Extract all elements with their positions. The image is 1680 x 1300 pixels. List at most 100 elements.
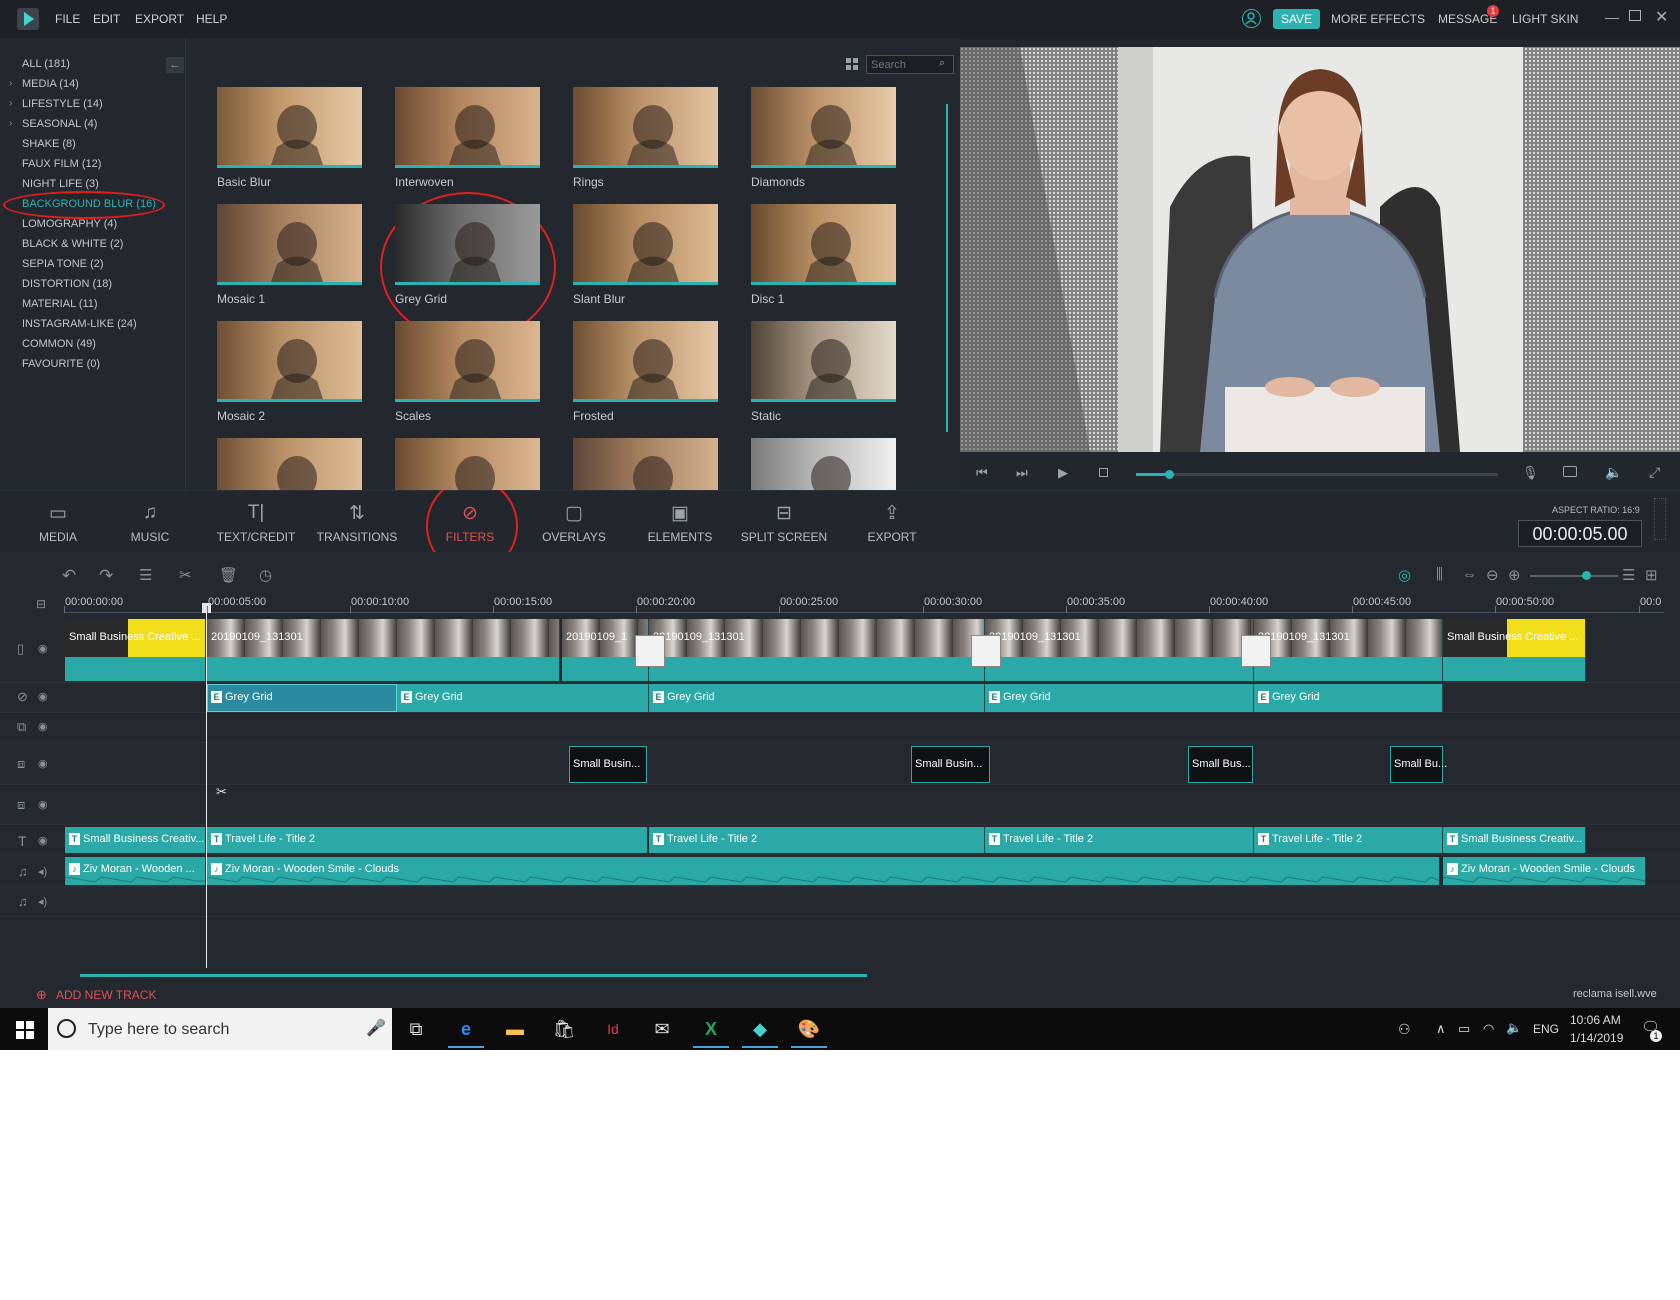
- redo-icon[interactable]: ↷: [99, 566, 113, 586]
- indesign-icon[interactable]: Id: [595, 1014, 631, 1044]
- category-faux-film[interactable]: FAUX FILM (12): [22, 158, 101, 170]
- category-instagram-like[interactable]: INSTAGRAM-LIKE (24): [22, 318, 137, 330]
- filter-thumbnail[interactable]: [217, 438, 362, 490]
- tool-filters[interactable]: ⊘ FILTERS: [420, 502, 520, 544]
- filter-thumbnail[interactable]: [395, 438, 540, 490]
- menu-help[interactable]: HELP: [196, 12, 227, 26]
- category-shake[interactable]: SHAKE (8): [22, 138, 76, 150]
- filmora-taskbar-icon[interactable]: ◆: [742, 1014, 778, 1044]
- store-icon[interactable]: 🛍: [546, 1014, 582, 1044]
- account-icon[interactable]: [1242, 9, 1261, 28]
- tool-split-screen[interactable]: ⊟ SPLIT SCREEN: [734, 502, 834, 544]
- grid-view-icon[interactable]: ⊞: [1645, 566, 1658, 584]
- fit-timeline-icon[interactable]: ⇔: [1462, 566, 1477, 583]
- scissors-icon[interactable]: ✂: [216, 784, 227, 800]
- tool-music[interactable]: ♫ MUSIC: [100, 502, 200, 544]
- category-favourite[interactable]: FAVOURITE (0): [22, 358, 100, 370]
- category-lomography[interactable]: LOMOGRAPHY (4): [22, 218, 117, 230]
- save-button[interactable]: SAVE: [1273, 9, 1320, 29]
- undo-icon[interactable]: ↶: [62, 566, 76, 586]
- clock-time[interactable]: 10:06 AM: [1570, 1013, 1621, 1027]
- stop-icon[interactable]: [1099, 468, 1108, 477]
- speaker-icon[interactable]: ◂): [38, 895, 47, 908]
- mic-icon[interactable]: 🎙: [1522, 465, 1539, 481]
- menu-edit[interactable]: EDIT: [93, 12, 120, 26]
- volume-tray-icon[interactable]: 🔈: [1506, 1020, 1522, 1036]
- menu-file[interactable]: FILE: [55, 12, 80, 26]
- category-distortion[interactable]: DISTORTION (18): [22, 278, 112, 290]
- video-clip[interactable]: [65, 619, 206, 681]
- excel-icon[interactable]: X: [693, 1014, 729, 1044]
- task-view-icon[interactable]: ⧉: [398, 1014, 434, 1044]
- tool-media[interactable]: ▭ MEDIA: [8, 502, 108, 544]
- windows-start-icon[interactable]: [16, 1021, 34, 1039]
- video-clip[interactable]: [207, 619, 560, 681]
- microphone-icon[interactable]: 🎤: [366, 1018, 386, 1038]
- filter-thumbnail[interactable]: [751, 438, 896, 490]
- scrubber-handle[interactable]: [1164, 470, 1174, 479]
- chevron-right-icon[interactable]: ›: [9, 78, 12, 89]
- timeline-scrollbar[interactable]: [80, 974, 867, 977]
- video-clip[interactable]: [1254, 619, 1443, 681]
- filter-thumbnail[interactable]: [573, 87, 718, 168]
- playback-scrubber[interactable]: [1136, 470, 1498, 479]
- filter-thumbnail[interactable]: [751, 321, 896, 402]
- audio-mixer-icon[interactable]: ⫼: [1436, 566, 1443, 583]
- people-icon[interactable]: ⚇: [1398, 1021, 1411, 1038]
- cut-icon[interactable]: ✂: [179, 566, 192, 584]
- grid-scrollbar[interactable]: [946, 104, 948, 432]
- adjust-icon[interactable]: ☰: [139, 566, 152, 584]
- transition-marker[interactable]: [635, 635, 665, 667]
- clock-date[interactable]: 1/14/2019: [1570, 1031, 1623, 1045]
- category-black-white[interactable]: BLACK & WHITE (2): [22, 238, 123, 250]
- timecode-display[interactable]: 00:00:05.00: [1518, 520, 1642, 547]
- timeline-settings-icon[interactable]: ⊟: [36, 597, 46, 611]
- paint-icon[interactable]: 🎨: [791, 1014, 827, 1044]
- panel-resize-handle[interactable]: [1654, 498, 1666, 540]
- eye-icon[interactable]: ◉: [38, 834, 48, 847]
- chevron-right-icon[interactable]: ›: [9, 118, 12, 129]
- category-lifestyle[interactable]: LIFESTYLE (14): [22, 98, 103, 110]
- category-seasonal[interactable]: SEASONAL (4): [22, 118, 97, 130]
- category-night-life[interactable]: NIGHT LIFE (3): [22, 178, 99, 190]
- tool-transitions[interactable]: ⇅ TRANSITIONS: [307, 502, 407, 544]
- language-indicator[interactable]: ENG: [1533, 1022, 1559, 1036]
- delete-icon[interactable]: 🗑: [219, 566, 238, 584]
- camera-icon[interactable]: [1563, 466, 1577, 477]
- play-icon[interactable]: ▶: [1058, 465, 1068, 481]
- filter-thumbnail[interactable]: [217, 321, 362, 402]
- file-explorer-icon[interactable]: ▬: [497, 1014, 533, 1044]
- filter-thumbnail[interactable]: [217, 204, 362, 285]
- zoom-slider[interactable]: [1530, 571, 1618, 580]
- list-view-icon[interactable]: ☰: [1622, 566, 1635, 584]
- chevron-right-icon[interactable]: ›: [9, 98, 12, 109]
- more-effects-link[interactable]: MORE EFFECTS: [1331, 12, 1425, 26]
- battery-icon[interactable]: ▭: [1458, 1021, 1470, 1037]
- filter-thumbnail[interactable]: [573, 438, 718, 490]
- wifi-icon[interactable]: ◠: [1483, 1021, 1494, 1037]
- filter-thumbnail[interactable]: [751, 204, 896, 285]
- category-material[interactable]: MATERIAL (11): [22, 298, 98, 310]
- video-clip[interactable]: [649, 619, 985, 681]
- light-skin-link[interactable]: LIGHT SKIN: [1512, 12, 1578, 26]
- tool-export[interactable]: ⇪ EXPORT: [842, 502, 942, 544]
- tool-overlays[interactable]: ▢ OVERLAYS: [524, 502, 624, 544]
- filter-thumbnail[interactable]: [395, 87, 540, 168]
- mail-icon[interactable]: ✉: [644, 1014, 680, 1044]
- category-sepia-tone[interactable]: SEPIA TONE (2): [22, 258, 104, 270]
- filter-thumbnail[interactable]: [395, 204, 540, 285]
- transition-marker[interactable]: [971, 635, 1001, 667]
- filter-thumbnail[interactable]: [751, 87, 896, 168]
- step-forward-icon[interactable]: ⏭: [1016, 465, 1028, 481]
- skip-back-icon[interactable]: ⏮: [976, 465, 988, 481]
- transition-marker[interactable]: [1241, 635, 1271, 667]
- tool-elements[interactable]: ▣ ELEMENTS: [630, 502, 730, 544]
- eye-icon[interactable]: ◉: [38, 642, 48, 655]
- fullscreen-icon[interactable]: ⤢: [1649, 464, 1660, 481]
- close-icon[interactable]: ✕: [1655, 7, 1668, 27]
- filter-thumbnail[interactable]: [573, 321, 718, 402]
- category-common[interactable]: COMMON (49): [22, 338, 96, 350]
- zoom-in-icon[interactable]: ⊕: [1508, 566, 1521, 584]
- filter-thumbnail[interactable]: [395, 321, 540, 402]
- eye-icon[interactable]: ◉: [38, 798, 48, 811]
